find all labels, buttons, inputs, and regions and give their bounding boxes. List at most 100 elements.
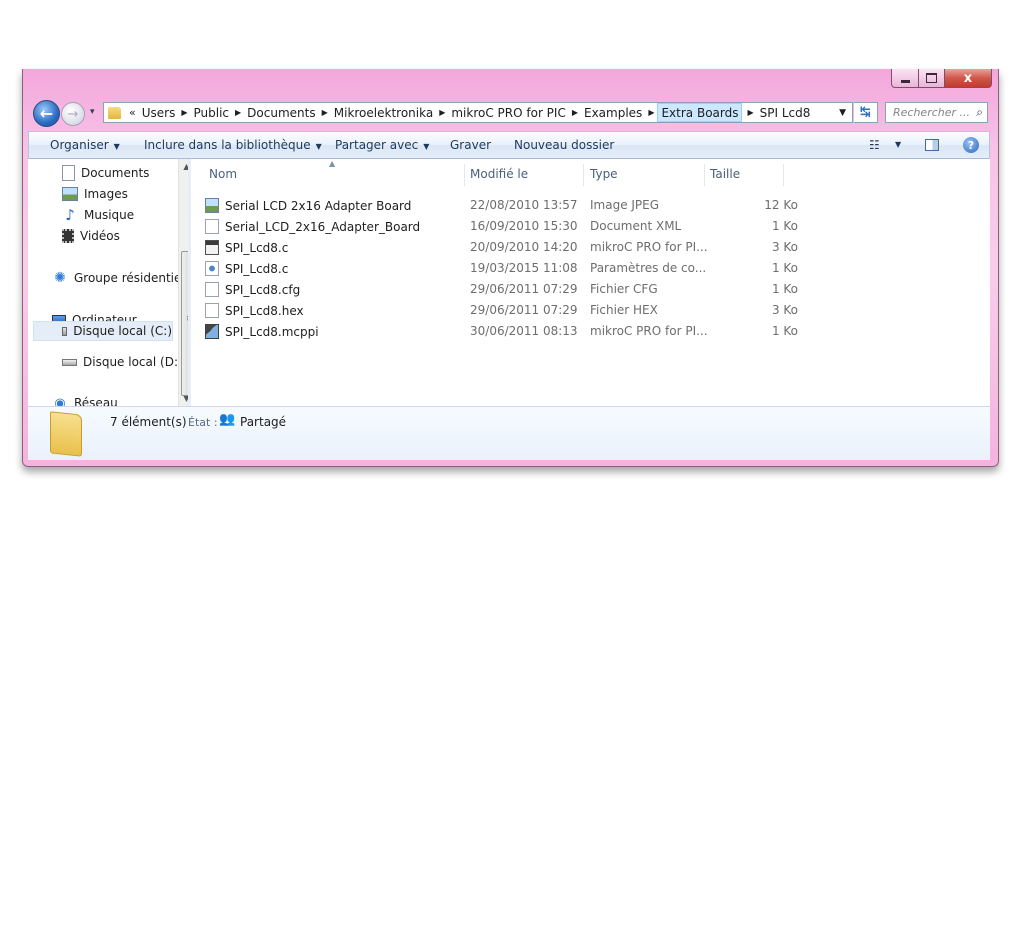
images-icon <box>62 187 78 201</box>
chevron-right-icon[interactable]: ▶ <box>747 108 753 117</box>
chevron-right-icon[interactable]: ▶ <box>648 108 654 117</box>
sort-ascending-icon: ▲ <box>329 159 336 168</box>
file-modified: 22/08/2010 13:57 <box>470 198 578 212</box>
nav-scrollbar[interactable]: ▲ ≡ ▼ <box>178 159 188 406</box>
nav-item-homegroup[interactable]: ✺ Groupe résidentiel <box>52 268 185 288</box>
breadcrumb-mikroc[interactable]: mikroC PRO for PIC ▶ <box>448 103 581 122</box>
scroll-down-icon[interactable]: ▼ <box>179 391 188 406</box>
file-type: Document XML <box>590 219 682 233</box>
views-icon[interactable]: ☷ <box>869 138 880 152</box>
column-divider[interactable] <box>583 164 584 186</box>
column-header-modified[interactable]: Modifié le <box>470 167 528 181</box>
file-modified: 29/06/2011 07:29 <box>470 303 578 317</box>
network-icon: ◉ <box>54 395 66 407</box>
column-header-type[interactable]: Type <box>590 167 618 181</box>
chevron-right-icon[interactable]: ▶ <box>439 108 445 117</box>
music-note-icon: ♪ <box>65 206 75 224</box>
command-bar: Organiser ▼ Inclure dans la bibliothèque ▼… <box>28 131 990 159</box>
nav-item-music[interactable]: ♪ Musique <box>62 205 134 225</box>
burn-button[interactable]: Graver <box>450 138 491 152</box>
chevron-right-icon[interactable]: ▶ <box>235 108 241 117</box>
file-name: SPI_Lcd8.c <box>225 261 289 276</box>
views-dropdown-icon[interactable]: ▼ <box>895 140 901 149</box>
explorer-window: x ← → ▾ « Users ▶ Public ▶ Documents ▶ Mikr… <box>22 69 999 467</box>
folder-icon <box>108 106 121 119</box>
new-folder-button[interactable]: Nouveau dossier <box>514 138 614 152</box>
hex-file-icon <box>205 303 219 318</box>
item-count: 7 élément(s) <box>110 415 187 429</box>
breadcrumb-examples[interactable]: Examples ▶ <box>581 103 657 122</box>
nav-item-disk-c[interactable]: Disque local (C:) <box>33 321 173 341</box>
column-divider[interactable] <box>704 164 705 186</box>
nav-item-disk-d[interactable]: Disque local (D:) <box>62 352 183 372</box>
scrollbar-thumb[interactable]: ≡ <box>181 251 188 396</box>
file-size: 1 Ko <box>771 282 798 296</box>
breadcrumb-spi-lcd8[interactable]: SPI Lcd8 <box>757 103 814 122</box>
help-icon: ? <box>967 138 975 152</box>
file-modified: 30/06/2011 08:13 <box>470 324 578 338</box>
maximize-button[interactable] <box>919 69 945 88</box>
column-header-size[interactable]: Taille <box>710 167 740 181</box>
organize-button[interactable]: Organiser ▼ <box>50 138 120 152</box>
jpeg-file-icon <box>205 198 219 213</box>
column-divider[interactable] <box>464 164 465 186</box>
chevron-right-icon[interactable]: ▶ <box>572 108 578 117</box>
nav-item-videos[interactable]: Vidéos <box>62 226 120 246</box>
breadcrumb-mikroelektronika[interactable]: Mikroelektronika ▶ <box>331 103 449 122</box>
breadcrumb-documents[interactable]: Documents ▶ <box>244 103 331 122</box>
homegroup-icon: ✺ <box>54 270 66 286</box>
chevron-right-icon[interactable]: ▶ <box>322 108 328 117</box>
file-name: SPI_Lcd8.mcppi <box>225 324 319 339</box>
search-box[interactable]: Rechercher ... ⌕ <box>885 102 988 123</box>
nav-item-network[interactable]: ◉ Réseau <box>52 393 117 407</box>
search-input[interactable]: Rechercher ... <box>893 106 970 119</box>
cfg-file-icon <box>205 282 219 297</box>
minimize-button[interactable] <box>891 69 919 88</box>
breadcrumb-public[interactable]: Public ▶ <box>191 103 245 122</box>
breadcrumb-extra-boards[interactable]: Extra Boards <box>657 103 743 122</box>
file-type: Fichier HEX <box>590 303 658 317</box>
refresh-button[interactable]: ↹ <box>854 102 878 123</box>
file-modified: 20/09/2010 14:20 <box>470 240 578 254</box>
file-type: Fichier CFG <box>590 282 658 296</box>
scroll-up-icon[interactable]: ▲ <box>179 159 188 174</box>
xml-file-icon <box>205 219 219 234</box>
forward-button[interactable]: → <box>61 102 85 126</box>
navigation-pane: Documents Images ♪ Musique Vidéos ✺ Groupe… <box>28 159 188 406</box>
breadcrumb-separator[interactable]: ▶ <box>742 103 756 122</box>
breadcrumb-users[interactable]: Users ▶ <box>139 103 191 122</box>
file-name: SPI_Lcd8.hex <box>225 303 304 318</box>
maximize-icon <box>926 73 937 83</box>
address-bar[interactable]: « Users ▶ Public ▶ Documents ▶ Mikroelektro… <box>103 102 853 123</box>
back-arrow-icon: ← <box>39 104 54 123</box>
close-button[interactable]: x <box>945 69 992 88</box>
drive-d-icon <box>62 358 77 366</box>
column-header-name[interactable]: Nom <box>209 167 237 181</box>
help-button[interactable]: ? <box>963 137 979 153</box>
mikroc-source-icon <box>205 240 219 255</box>
file-type: mikroC PRO for PI... <box>590 324 708 338</box>
file-size: 1 Ko <box>771 261 798 275</box>
share-with-button[interactable]: Partager avec ▼ <box>335 138 429 152</box>
film-icon <box>62 229 74 243</box>
shared-users-icon: 👥 <box>219 412 236 427</box>
include-library-button[interactable]: Inclure dans la bibliothèque ▼ <box>144 138 322 152</box>
column-divider[interactable] <box>783 164 784 186</box>
file-size: 3 Ko <box>771 303 798 317</box>
file-type: Paramètres de co... <box>590 261 707 275</box>
state-value: Partagé <box>240 415 287 429</box>
chevron-right-icon[interactable]: ▶ <box>181 108 187 117</box>
preview-pane-icon[interactable] <box>925 139 939 151</box>
file-type: mikroC PRO for PI... <box>590 240 708 254</box>
file-modified: 29/06/2011 07:29 <box>470 282 578 296</box>
breadcrumb-overflow[interactable]: « <box>129 106 136 119</box>
address-dropdown-icon[interactable]: ▼ <box>839 108 846 118</box>
file-type: Image JPEG <box>590 198 660 212</box>
nav-item-images[interactable]: Images <box>62 184 128 204</box>
file-modified: 19/03/2015 11:08 <box>470 261 578 275</box>
nav-item-documents[interactable]: Documents <box>62 163 149 183</box>
recent-pages-button[interactable]: ▾ <box>90 107 95 117</box>
back-button[interactable]: ← <box>33 100 60 127</box>
mikroc-project-icon <box>205 324 219 339</box>
search-icon[interactable]: ⌕ <box>976 105 983 120</box>
